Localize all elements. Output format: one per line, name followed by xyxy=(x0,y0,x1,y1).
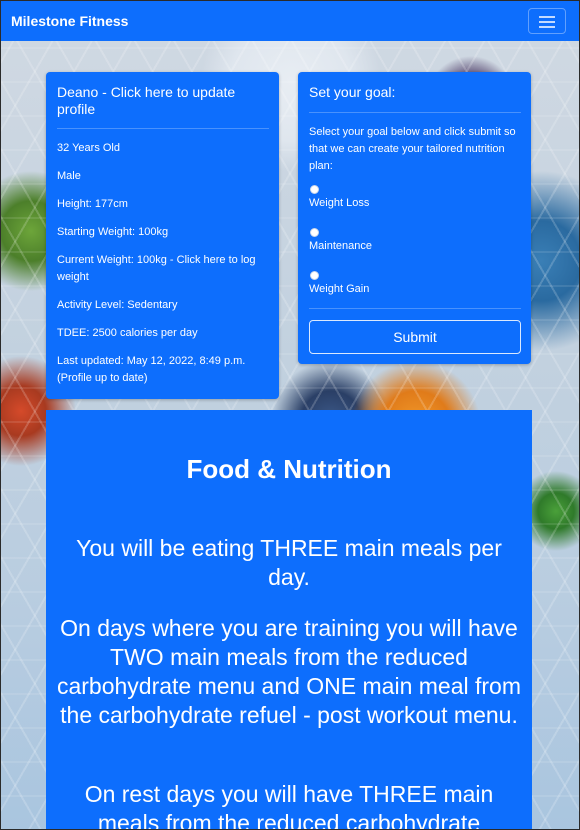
meals-per-day-text: You will be eating THREE main meals per … xyxy=(76,535,502,590)
profile-height: Height: 177cm xyxy=(57,198,128,210)
weight-loss-label[interactable]: Weight Loss xyxy=(309,196,369,210)
profile-activity-level: Activity Level: Sedentary xyxy=(57,299,178,311)
divider xyxy=(309,112,521,113)
log-weight-link[interactable]: Current Weight: 100kg - Click here to lo… xyxy=(57,252,272,286)
training-days-text: On days where you are training you will … xyxy=(56,615,522,728)
submit-button[interactable]: Submit xyxy=(309,320,521,354)
brand-link[interactable]: Milestone Fitness xyxy=(11,13,128,29)
weight-gain-label[interactable]: Weight Gain xyxy=(309,282,369,296)
divider xyxy=(309,308,521,309)
maintenance-radio[interactable] xyxy=(310,228,319,237)
profile-sex: Male xyxy=(57,170,81,182)
goal-card: Set your goal: Select your goal below an… xyxy=(298,72,531,364)
profile-update-link[interactable]: Deano - Click here to update profile xyxy=(57,84,272,118)
rest-days-text: On rest days you will have THREE main me… xyxy=(84,781,494,830)
profile-tdee: TDEE: 2500 calories per day xyxy=(57,327,198,339)
navbar: Milestone Fitness xyxy=(1,1,579,41)
profile-starting-weight: Starting Weight: 100kg xyxy=(57,226,169,238)
hamburger-icon[interactable] xyxy=(528,8,566,34)
weight-gain-radio[interactable] xyxy=(310,271,319,280)
profile-age: 32 Years Old xyxy=(57,142,120,154)
profile-last-updated: Last updated: May 12, 2022, 8:49 p.m. (P… xyxy=(57,355,246,384)
maintenance-label[interactable]: Maintenance xyxy=(309,239,372,253)
divider xyxy=(57,128,269,129)
food-nutrition-title: Food & Nutrition xyxy=(186,454,392,484)
weight-loss-radio[interactable] xyxy=(310,185,319,194)
profile-card: Deano - Click here to update profile 32 … xyxy=(46,72,279,399)
app-window: Milestone Fitness Deano - Click here to … xyxy=(0,0,580,830)
goal-title: Set your goal: xyxy=(309,84,396,100)
food-nutrition-panel: Food & Nutrition You will be eating THRE… xyxy=(46,410,532,830)
goal-description: Select your goal below and click submit … xyxy=(309,126,516,172)
